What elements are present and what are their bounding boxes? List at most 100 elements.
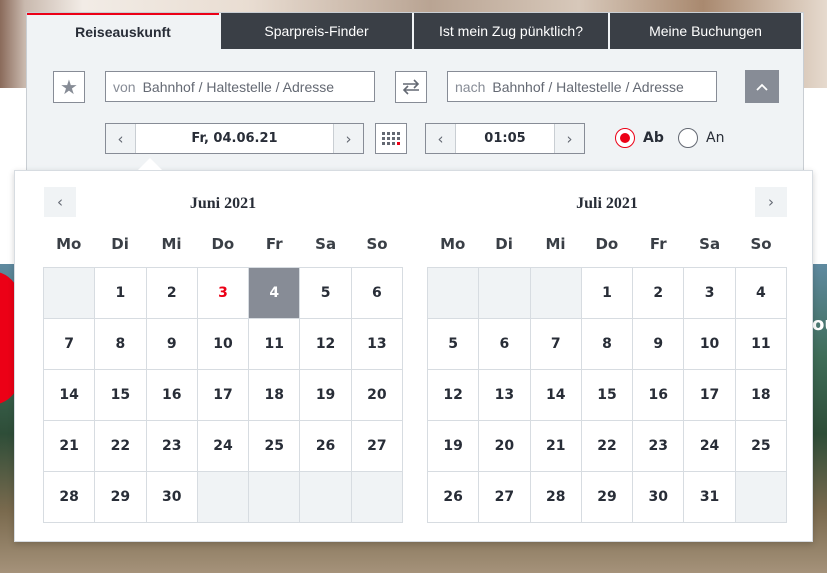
- calendar-day[interactable]: 22: [95, 421, 147, 472]
- from-prefix: von: [113, 78, 136, 95]
- calendar-day[interactable]: 9: [633, 319, 685, 370]
- swap-stations-button[interactable]: [395, 71, 427, 103]
- calendar-day[interactable]: 18: [249, 370, 301, 421]
- from-station-input[interactable]: von Bahnhof / Haltestelle / Adresse: [105, 71, 375, 102]
- calendar-day-empty: [44, 268, 96, 319]
- calendar-day[interactable]: 17: [197, 370, 250, 421]
- background-text-fragment: ou: [812, 314, 827, 335]
- calendar-day[interactable]: 29: [95, 472, 147, 523]
- calendar-day[interactable]: 14: [530, 370, 582, 421]
- weekday-label: Fr: [265, 235, 283, 253]
- to-placeholder: Bahnhof / Haltestelle / Adresse: [492, 78, 684, 95]
- calendar-day[interactable]: 29: [581, 472, 634, 523]
- radio-an[interactable]: An: [678, 128, 724, 148]
- calendar-day[interactable]: 4: [735, 268, 787, 319]
- weekday-header: Mo Di Mi Do Fr Sa So: [43, 235, 403, 253]
- calendar-day[interactable]: 20: [351, 370, 403, 421]
- calendar-day[interactable]: 21: [530, 421, 582, 472]
- weekday-label: Di: [111, 235, 129, 253]
- calendar-day[interactable]: 27: [351, 421, 403, 472]
- calendar-day[interactable]: 11: [249, 319, 301, 370]
- calendar-day[interactable]: 9: [146, 319, 198, 370]
- calendar-day[interactable]: 2: [146, 268, 198, 319]
- calendar-day-empty: [735, 472, 787, 523]
- calendar-day[interactable]: 20: [479, 421, 531, 472]
- calendar-day[interactable]: 28: [530, 472, 582, 523]
- calendar-day[interactable]: 31: [684, 472, 736, 523]
- chevron-right-icon: ›: [345, 129, 352, 148]
- calendar-day[interactable]: 26: [428, 472, 480, 523]
- calendar-day[interactable]: 24: [197, 421, 250, 472]
- calendar-day[interactable]: 1: [581, 268, 634, 319]
- radio-an-indicator[interactable]: [678, 128, 698, 148]
- calendar-day[interactable]: 12: [428, 370, 480, 421]
- calendar-day[interactable]: 27: [479, 472, 531, 523]
- chevron-up-icon: [756, 83, 768, 91]
- calendar-day[interactable]: 6: [479, 319, 531, 370]
- calendar-day[interactable]: 4: [249, 268, 301, 319]
- tab-zug-puenktlich[interactable]: Ist mein Zug pünktlich?: [414, 13, 608, 49]
- calendar-day[interactable]: 24: [684, 421, 736, 472]
- tab-reiseauskunft[interactable]: Reiseauskunft: [27, 13, 219, 49]
- next-month-button[interactable]: ›: [755, 187, 787, 217]
- time-prev-button[interactable]: ‹: [426, 124, 456, 153]
- weekday-label: Mi: [545, 235, 566, 253]
- calendar-day[interactable]: 18: [735, 370, 787, 421]
- date-prev-button[interactable]: ‹: [106, 124, 136, 153]
- calendar-day[interactable]: 3: [684, 268, 736, 319]
- calendar-day[interactable]: 7: [44, 319, 96, 370]
- calendar-day[interactable]: 25: [249, 421, 301, 472]
- calendar-day[interactable]: 5: [300, 268, 352, 319]
- calendar-day[interactable]: 10: [197, 319, 250, 370]
- date-stepper: ‹ Fr, 04.06.21 ›: [105, 123, 364, 154]
- radio-ab-indicator[interactable]: [615, 128, 635, 148]
- date-next-button[interactable]: ›: [333, 124, 363, 153]
- calendar-day[interactable]: 16: [633, 370, 685, 421]
- calendar-button[interactable]: [375, 123, 407, 154]
- chevron-left-icon: ‹: [437, 129, 444, 148]
- calendar-day[interactable]: 16: [146, 370, 198, 421]
- tab-sparpreis-finder[interactable]: Sparpreis-Finder: [221, 13, 412, 49]
- weekday-label: So: [366, 235, 388, 253]
- calendar-day-empty: [530, 268, 582, 319]
- calendar-day[interactable]: 28: [44, 472, 96, 523]
- calendar-day[interactable]: 14: [44, 370, 96, 421]
- calendar-day[interactable]: 25: [735, 421, 787, 472]
- calendar-day[interactable]: 6: [351, 268, 403, 319]
- calendar-day[interactable]: 7: [530, 319, 582, 370]
- calendar-day[interactable]: 19: [300, 370, 352, 421]
- calendar-day[interactable]: 13: [351, 319, 403, 370]
- collapse-button[interactable]: [745, 70, 779, 103]
- calendar-day[interactable]: 23: [633, 421, 685, 472]
- calendar-day[interactable]: 10: [684, 319, 736, 370]
- calendar-day[interactable]: 30: [146, 472, 198, 523]
- calendar-day[interactable]: 22: [581, 421, 634, 472]
- date-value[interactable]: Fr, 04.06.21: [136, 124, 333, 153]
- calendar-day-empty: [479, 268, 531, 319]
- calendar-day[interactable]: 8: [95, 319, 147, 370]
- calendar-day[interactable]: 15: [95, 370, 147, 421]
- calendar-day[interactable]: 2: [633, 268, 685, 319]
- month-title: Juni 2021: [189, 195, 257, 212]
- calendar-day[interactable]: 15: [581, 370, 634, 421]
- calendar-day[interactable]: 11: [735, 319, 787, 370]
- calendar-day[interactable]: 21: [44, 421, 96, 472]
- calendar-day[interactable]: 12: [300, 319, 352, 370]
- favorite-button[interactable]: ★: [53, 71, 85, 103]
- calendar-day[interactable]: 1: [95, 268, 147, 319]
- to-station-input[interactable]: nach Bahnhof / Haltestelle / Adresse: [447, 71, 717, 102]
- radio-ab[interactable]: Ab: [615, 128, 664, 148]
- calendar-day[interactable]: 30: [633, 472, 685, 523]
- calendar-day[interactable]: 23: [146, 421, 198, 472]
- time-value[interactable]: 01:05: [456, 124, 554, 153]
- weekday-label: Mo: [56, 235, 82, 253]
- time-next-button[interactable]: ›: [554, 124, 584, 153]
- calendar-day[interactable]: 5: [428, 319, 480, 370]
- calendar-day[interactable]: 3: [197, 268, 250, 319]
- calendar-day[interactable]: 26: [300, 421, 352, 472]
- calendar-day[interactable]: 13: [479, 370, 531, 421]
- tab-meine-buchungen[interactable]: Meine Buchungen: [610, 13, 801, 49]
- calendar-day[interactable]: 8: [581, 319, 634, 370]
- calendar-day[interactable]: 19: [428, 421, 480, 472]
- calendar-day[interactable]: 17: [684, 370, 736, 421]
